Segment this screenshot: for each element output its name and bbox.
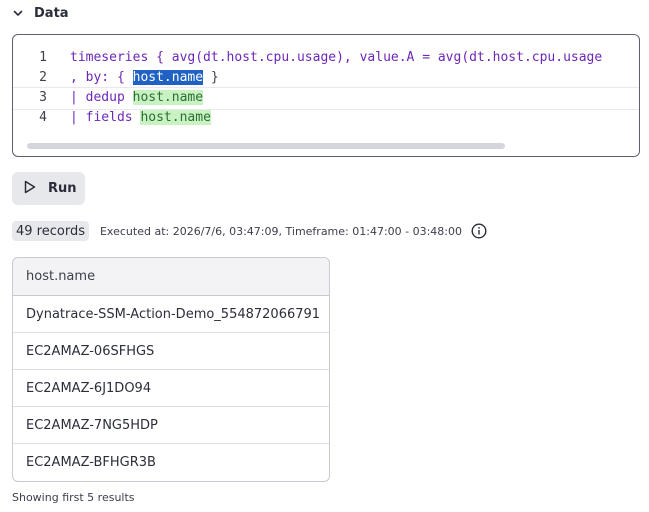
table-row[interactable]: EC2AMAZ-6J1DO94 (13, 370, 329, 407)
scrollbar-thumb[interactable] (27, 143, 505, 149)
records-badge: 49 records (12, 221, 89, 241)
code-text: timeseries { avg(dt.host.cpu.usage), val… (70, 49, 603, 65)
section-header-data[interactable]: Data (12, 4, 69, 22)
line-number: 3 (39, 89, 47, 105)
code-text: | fields host.name (70, 109, 211, 125)
code-line[interactable]: 3 | dedup host.name (13, 87, 639, 107)
line-number: 2 (39, 69, 47, 85)
results-table: host.name Dynatrace-SSM-Action-Demo_5548… (12, 257, 330, 482)
results-footer: Showing first 5 results (12, 491, 135, 504)
selected-text: host.name (132, 69, 204, 85)
column-header-host-name[interactable]: host.name (13, 258, 329, 296)
play-icon (24, 179, 36, 198)
line-number: 4 (39, 109, 47, 125)
query-editor[interactable]: 1 timeseries { avg(dt.host.cpu.usage), v… (12, 34, 640, 157)
table-row[interactable]: EC2AMAZ-7NG5HDP (13, 407, 329, 444)
result-meta: 49 records Executed at: 2026/7/6, 03:47:… (12, 220, 487, 242)
table-row[interactable]: Dynatrace-SSM-Action-Demo_554872066791 (13, 296, 329, 333)
run-label: Run (48, 181, 77, 196)
highlighted-text: host.name (132, 89, 204, 105)
table-row[interactable]: EC2AMAZ-BFHGR3B (13, 444, 329, 481)
code-text: | dedup host.name (70, 89, 204, 105)
highlighted-text: host.name (140, 109, 211, 125)
code-text: , by: { host.name } (70, 69, 219, 85)
section-title: Data (34, 5, 69, 21)
horizontal-scrollbar[interactable] (27, 143, 627, 149)
executed-info: Executed at: 2026/7/6, 03:47:09, Timefra… (99, 224, 463, 238)
chevron-down-icon[interactable] (12, 7, 24, 19)
info-icon[interactable] (471, 223, 487, 239)
code-line[interactable]: 4 | fields host.name (13, 107, 639, 127)
code-line[interactable]: 2 , by: { host.name } (13, 67, 639, 87)
table-row[interactable]: EC2AMAZ-06SFHGS (13, 333, 329, 370)
line-number: 1 (39, 49, 47, 65)
code-line[interactable]: 1 timeseries { avg(dt.host.cpu.usage), v… (13, 47, 639, 67)
run-button[interactable]: Run (12, 172, 85, 205)
